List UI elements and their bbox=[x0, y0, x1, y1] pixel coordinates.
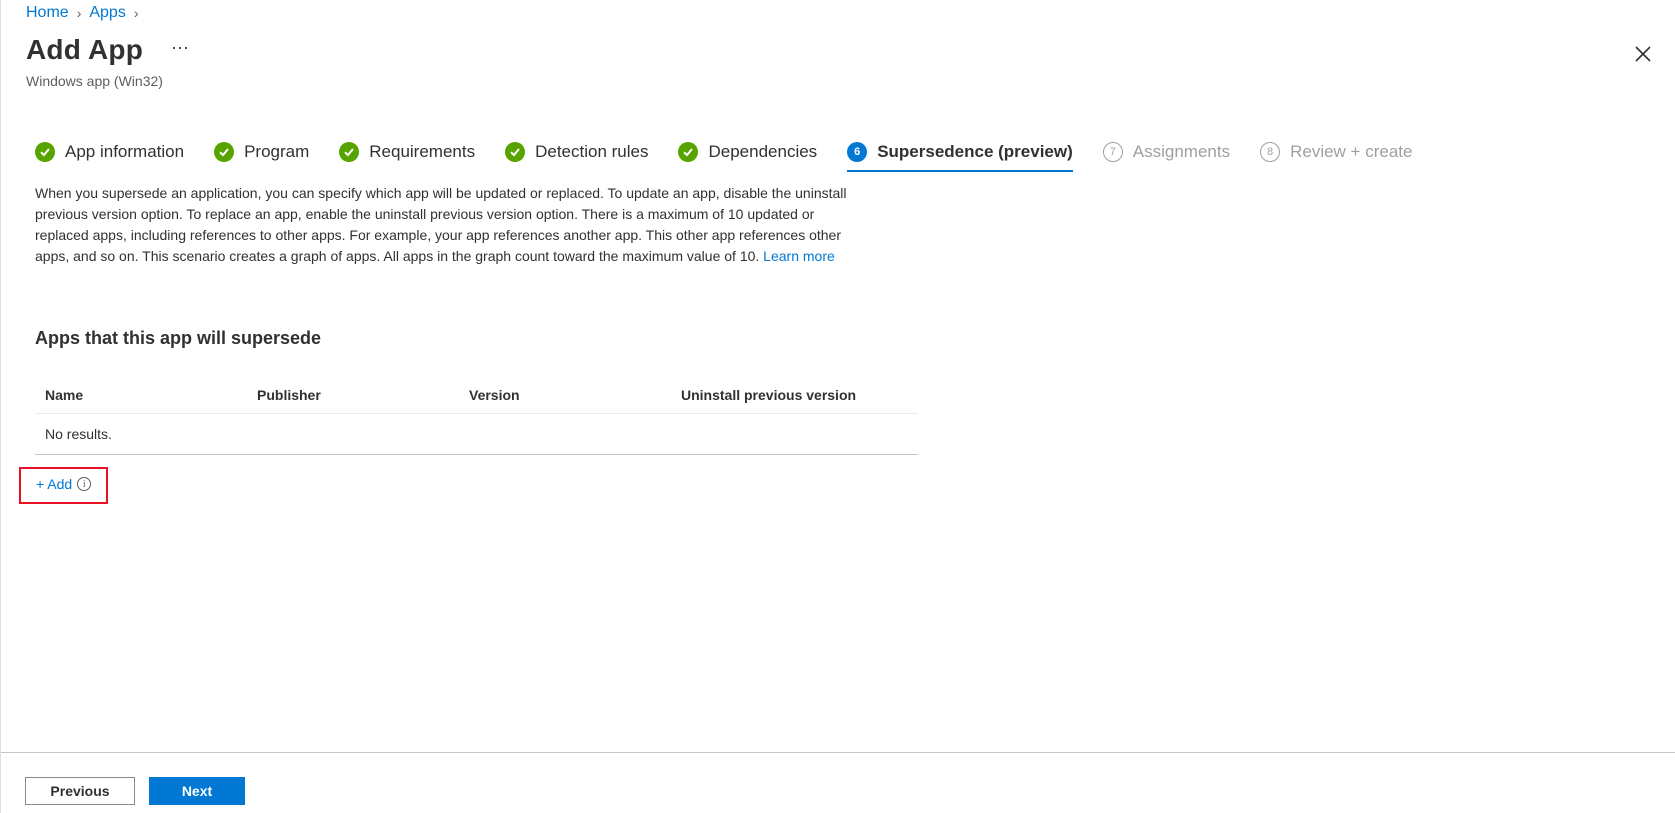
tab-program[interactable]: Program bbox=[214, 135, 309, 169]
table-empty-row: No results. bbox=[35, 414, 918, 455]
previous-button[interactable]: Previous bbox=[25, 777, 135, 805]
step-number-badge: 6 bbox=[847, 142, 868, 162]
close-button[interactable] bbox=[1633, 44, 1653, 64]
tab-assignments[interactable]: 7 Assignments bbox=[1102, 135, 1231, 169]
step-label: Program bbox=[244, 142, 310, 161]
tab-supersedence[interactable]: 6 Supersedence (preview) bbox=[847, 135, 1073, 172]
description-text: When you supersede an application, you c… bbox=[35, 185, 847, 264]
page-subtitle: Windows app (Win32) bbox=[26, 73, 163, 89]
supersede-table: Name Publisher Version Uninstall previou… bbox=[35, 377, 918, 455]
breadcrumb: Home › Apps › bbox=[26, 4, 147, 22]
page-title: Add App bbox=[26, 34, 143, 65]
tab-detection-rules[interactable]: Detection rules bbox=[505, 135, 648, 169]
info-icon[interactable]: i bbox=[77, 477, 92, 491]
checkmark-circle-icon bbox=[678, 142, 699, 162]
step-number-badge: 8 bbox=[1260, 142, 1281, 162]
column-header-version[interactable]: Version bbox=[459, 387, 671, 403]
step-number-badge: 7 bbox=[1102, 142, 1123, 162]
checkmark-circle-icon bbox=[339, 142, 360, 162]
table-header: Name Publisher Version Uninstall previou… bbox=[35, 377, 918, 414]
supersedence-description: When you supersede an application, you c… bbox=[35, 183, 865, 267]
step-label: Requirements bbox=[369, 142, 476, 161]
title-row: Add App ··· bbox=[26, 34, 189, 66]
step-label: App information bbox=[65, 142, 185, 161]
section-title: Apps that this app will supersede bbox=[35, 328, 322, 348]
column-header-uninstall-previous-version[interactable]: Uninstall previous version bbox=[671, 387, 918, 403]
tab-app-information[interactable]: App information bbox=[35, 135, 184, 169]
wizard-steps: App information Program Requirements Det… bbox=[35, 134, 1442, 172]
more-options-button[interactable]: ··· bbox=[171, 38, 189, 62]
step-label: Dependencies bbox=[708, 142, 818, 161]
breadcrumb-apps-link[interactable]: Apps bbox=[89, 4, 125, 22]
chevron-right-icon: › bbox=[133, 5, 139, 21]
add-label: + Add bbox=[36, 476, 73, 492]
tab-dependencies[interactable]: Dependencies bbox=[678, 135, 817, 169]
close-icon bbox=[1635, 46, 1651, 62]
footer-bar: Previous Next bbox=[1, 752, 1675, 813]
add-button[interactable]: + Add i bbox=[36, 476, 92, 492]
tab-review-create[interactable]: 8 Review + create bbox=[1260, 135, 1412, 169]
step-label: Detection rules bbox=[535, 142, 649, 161]
chevron-right-icon: › bbox=[76, 5, 82, 21]
step-label: Review + create bbox=[1290, 142, 1413, 161]
step-label: Assignments bbox=[1132, 142, 1231, 161]
checkmark-circle-icon bbox=[35, 142, 55, 162]
breadcrumb-home-link[interactable]: Home bbox=[26, 4, 69, 22]
learn-more-link[interactable]: Learn more bbox=[763, 248, 835, 264]
tab-requirements[interactable]: Requirements bbox=[339, 135, 475, 169]
checkmark-circle-icon bbox=[214, 142, 235, 162]
checkmark-circle-icon bbox=[505, 142, 526, 162]
add-app-blade: Home › Apps › Add App ··· Windows app (W… bbox=[0, 0, 1675, 813]
column-header-publisher[interactable]: Publisher bbox=[247, 387, 459, 403]
next-button[interactable]: Next bbox=[149, 777, 245, 805]
column-header-name[interactable]: Name bbox=[35, 387, 247, 403]
step-label: Supersedence (preview) bbox=[877, 142, 1073, 161]
empty-state-text: No results. bbox=[45, 426, 112, 442]
